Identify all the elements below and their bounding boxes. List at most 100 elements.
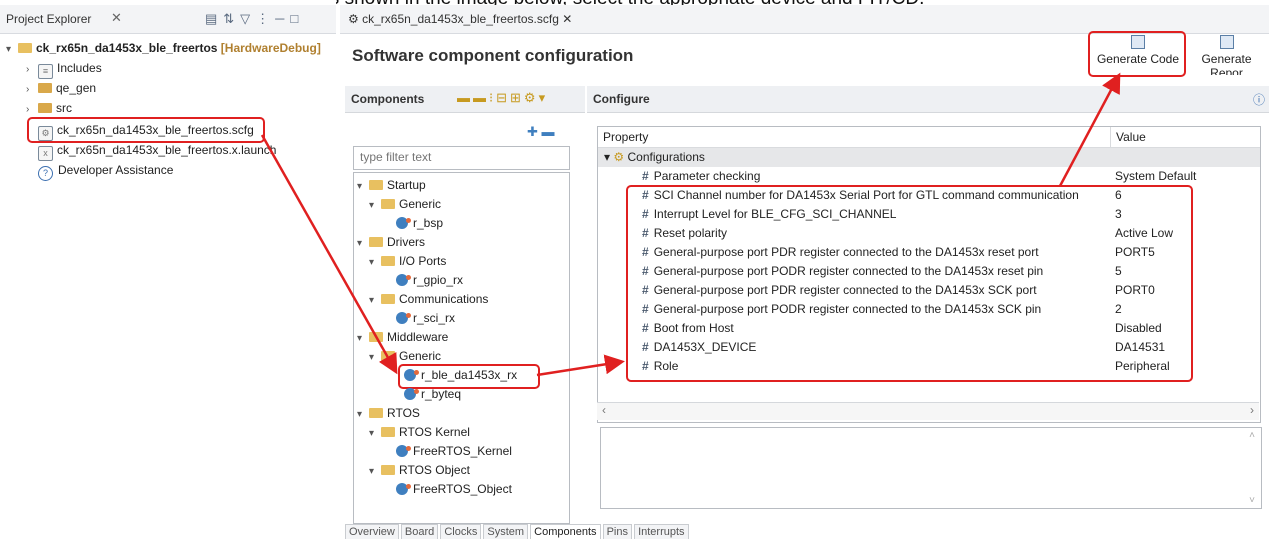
tree-label: Communications <box>399 292 489 306</box>
tree-item-r-sci-rx[interactable]: r_sci_rx <box>396 309 455 327</box>
explorer-toolbar-icons[interactable]: ▤⇅▽⋮─□ <box>205 11 304 27</box>
scroll-up-icon[interactable]: ˄ <box>1249 430 1255 441</box>
value-column-header[interactable]: Value <box>1116 130 1146 144</box>
component-icon <box>396 274 411 286</box>
property-table-header: Property Value <box>598 127 1260 148</box>
chevron-down-icon[interactable]: ▾ <box>357 178 369 196</box>
generate-report-button[interactable]: Generate Repor <box>1184 33 1269 75</box>
component-icon <box>396 483 411 495</box>
tree-label: Middleware <box>387 330 449 344</box>
tree-item-project[interactable]: ▾ ck_rx65n_da1453x_ble_freertos [Hardware… <box>6 39 321 57</box>
table-row[interactable]: # Parameter checking System Default <box>598 167 1260 186</box>
info-icon[interactable]: ⓘ <box>1253 91 1265 108</box>
tree-label: I/O Ports <box>399 254 447 268</box>
tree-label: r_byteq <box>421 387 462 401</box>
component-icon <box>404 388 419 400</box>
chevron-down-icon[interactable]: ▾ <box>357 235 369 253</box>
tab-interrupts[interactable]: Interrupts <box>634 524 689 539</box>
tab-board[interactable]: Board <box>400 524 439 539</box>
property-column-header[interactable]: Property <box>603 130 648 144</box>
generate-report-label: Generate Repor <box>1201 52 1252 75</box>
filter-input-box[interactable] <box>353 146 570 170</box>
chevron-right-icon[interactable]: › <box>26 61 38 79</box>
components-toolbar-icons[interactable]: ▬▬⁝⊟⊞⚙▾ <box>457 90 548 106</box>
tree-item-r-byteq[interactable]: r_byteq <box>404 385 461 403</box>
project-explorer-panel: Project Explorer ✕ ▤⇅▽⋮─□ ▾ ck_rx65n_da14… <box>0 0 336 541</box>
tree-label: Startup <box>387 178 426 192</box>
tree-item-rtos[interactable]: ▾ RTOS <box>357 404 420 422</box>
tree-item-startup[interactable]: ▾ Startup <box>357 176 426 194</box>
chevron-down-icon[interactable]: ▾ <box>369 292 381 310</box>
tree-label: Includes <box>57 61 102 75</box>
tree-item-rtos-kernel[interactable]: ▾ RTOS Kernel <box>369 423 470 441</box>
tree-item-io-ports[interactable]: ▾ I/O Ports <box>369 252 446 270</box>
tab-pins[interactable]: Pins <box>602 524 632 539</box>
tab-system[interactable]: System <box>483 524 529 539</box>
description-box: ˄ ˅ <box>600 427 1262 509</box>
configure-title: Configure <box>593 92 650 106</box>
tree-item-middleware-generic[interactable]: ▾ Generic <box>369 347 441 365</box>
tree-item-rtos-object[interactable]: ▾ RTOS Object <box>369 461 470 479</box>
chevron-down-icon[interactable]: ▾ <box>369 349 381 367</box>
configurations-group-row[interactable]: ▾ ⚙ Configurations <box>598 148 1260 167</box>
tree-item-freertos-object[interactable]: FreeRTOS_Object <box>396 480 512 498</box>
project-explorer-tab-label: Project Explorer <box>6 12 92 26</box>
folder-icon <box>369 408 383 418</box>
gear-icon: ⚙ <box>613 150 625 164</box>
tree-label: RTOS Kernel <box>399 425 470 439</box>
tree-item-middleware[interactable]: ▾ Middleware <box>357 328 448 346</box>
chevron-down-icon[interactable]: ▾ <box>357 406 369 424</box>
tree-item-freertos-kernel[interactable]: FreeRTOS_Kernel <box>396 442 512 460</box>
scroll-right-icon[interactable]: › <box>1250 403 1254 417</box>
chevron-down-icon[interactable]: ▾ <box>357 330 369 348</box>
folder-icon <box>381 294 395 304</box>
tree-item-r-gpio-rx[interactable]: r_gpio_rx <box>396 271 463 289</box>
tree-item-developer-assistance[interactable]: ? Developer Assistance <box>38 161 173 181</box>
tab-clocks[interactable]: Clocks <box>440 524 482 539</box>
tree-item-includes[interactable]: › ≡ Includes <box>26 59 102 79</box>
tree-item-src[interactable]: › src <box>26 99 72 117</box>
tree-label: FreeRTOS_Object <box>413 482 512 496</box>
horizontal-scrollbar[interactable]: ‹ › <box>597 402 1259 420</box>
chevron-down-icon[interactable]: ▾ <box>369 254 381 272</box>
settings-highlight-box <box>626 185 1193 382</box>
folder-icon <box>381 256 395 266</box>
help-icon: ? <box>38 166 53 181</box>
project-config: [HardwareDebug] <box>217 41 321 55</box>
tree-item-drivers[interactable]: ▾ Drivers <box>357 233 425 251</box>
folder-icon <box>381 351 395 361</box>
components-header: Components ▬▬⁝⊟⊞⚙▾ <box>345 86 585 113</box>
tab-components[interactable]: Components <box>530 524 601 539</box>
close-icon[interactable]: ✕ <box>562 12 572 26</box>
chevron-down-icon[interactable]: ▾ <box>6 41 18 59</box>
editor-tab-title: ck_rx65n_da1453x_ble_freertos.scfg <box>362 12 559 26</box>
tree-item-launch[interactable]: x ck_rx65n_da1453x_ble_freertos.x.launch <box>38 141 276 161</box>
chevron-right-icon[interactable]: › <box>26 81 38 99</box>
tree-item-qe-gen[interactable]: › qe_gen <box>26 79 96 97</box>
tree-label: r_bsp <box>413 216 444 230</box>
tree-label: Generic <box>399 349 442 363</box>
scroll-down-icon[interactable]: ˅ <box>1249 495 1255 506</box>
folder-icon <box>381 427 395 437</box>
tree-item-generic[interactable]: ▾ Generic <box>369 195 441 213</box>
chevron-down-icon[interactable]: ▾ <box>369 425 381 443</box>
close-icon[interactable]: ✕ <box>111 10 122 26</box>
add-component-icon[interactable]: ✚ ▬ <box>527 124 555 140</box>
tree-item-r-bsp[interactable]: r_bsp <box>396 214 443 232</box>
filter-input[interactable] <box>354 147 566 167</box>
chevron-down-icon[interactable]: ▾ <box>369 463 381 481</box>
editor-tab[interactable]: ⚙ ck_rx65n_da1453x_ble_freertos.scfg ✕ <box>340 5 1269 34</box>
folder-icon <box>381 199 395 209</box>
chevron-down-icon[interactable]: ▾ <box>369 197 381 215</box>
project-name: ck_rx65n_da1453x_ble_freertos <box>36 41 218 55</box>
column-separator[interactable] <box>1110 127 1111 147</box>
tree-item-communications[interactable]: ▾ Communications <box>369 290 488 308</box>
chevron-down-icon[interactable]: ▾ <box>604 150 610 164</box>
tree-label: src <box>56 101 72 115</box>
property-value[interactable]: System Default <box>1115 167 1196 186</box>
scroll-left-icon[interactable]: ‹ <box>602 403 606 417</box>
tree-label: Generic <box>399 197 442 211</box>
component-icon <box>396 217 411 229</box>
project-explorer-tab[interactable]: Project Explorer ✕ ▤⇅▽⋮─□ <box>0 5 336 34</box>
tab-overview[interactable]: Overview <box>345 524 399 539</box>
